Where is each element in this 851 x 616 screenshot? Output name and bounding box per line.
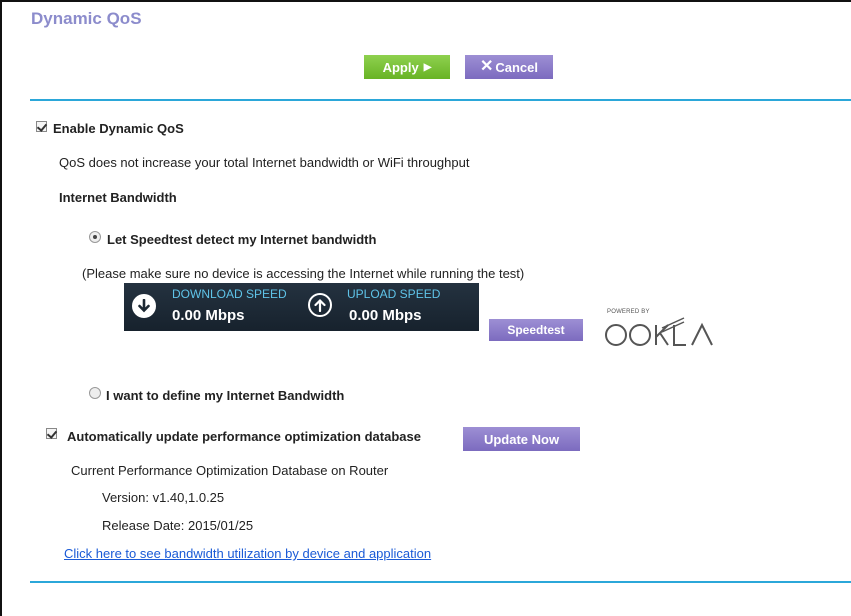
download-arrow-icon (132, 294, 156, 318)
enable-qos-checkbox[interactable] (36, 121, 47, 132)
qos-note: QoS does not increase your total Interne… (59, 155, 470, 170)
bottom-divider (30, 581, 851, 583)
cancel-button-label: Cancel (495, 59, 539, 75)
bandwidth-utilization-link[interactable]: Click here to see bandwidth utilization … (64, 546, 431, 561)
apply-button[interactable]: Apply ▶ (364, 55, 450, 79)
auto-update-label: Automatically update performance optimiz… (67, 429, 421, 444)
apply-button-label: Apply (382, 59, 419, 75)
download-speed-label: DOWNLOAD SPEED (172, 287, 287, 301)
cancel-button[interactable]: ✕ Cancel (465, 55, 553, 79)
ookla-logo (604, 316, 722, 359)
database-version: Version: v1.40,1.0.25 (102, 490, 225, 505)
current-database-label: Current Performance Optimization Databas… (71, 463, 389, 478)
manual-bandwidth-radio[interactable] (89, 387, 101, 399)
enable-qos-label: Enable Dynamic QoS (53, 121, 184, 136)
close-icon: ✕ (479, 58, 494, 75)
powered-by-text: POWERED BY (607, 309, 650, 315)
top-divider (30, 99, 851, 101)
database-release-date: Release Date: 2015/01/25 (102, 518, 254, 533)
play-triangle-icon: ▶ (423, 61, 432, 73)
speedtest-note: (Please make sure no device is accessing… (82, 266, 525, 281)
manual-bandwidth-option-label: I want to define my Internet Bandwidth (106, 388, 345, 403)
speed-results-panel: DOWNLOAD SPEED 0.00 Mbps UPLOAD SPEED 0.… (124, 283, 479, 331)
update-now-button[interactable]: Update Now (463, 427, 580, 451)
upload-arrow-icon (308, 293, 332, 317)
auto-update-checkbox[interactable] (46, 428, 57, 439)
speedtest-option-label: Let Speedtest detect my Internet bandwid… (107, 232, 377, 247)
internet-bandwidth-heading: Internet Bandwidth (59, 190, 177, 205)
download-speed-value: 0.00 Mbps (172, 307, 245, 324)
page-title: Dynamic QoS (31, 9, 142, 28)
upload-speed-label: UPLOAD SPEED (347, 287, 441, 301)
upload-speed-value: 0.00 Mbps (349, 307, 422, 324)
speedtest-button[interactable]: Speedtest (489, 319, 583, 341)
speedtest-radio[interactable] (89, 231, 101, 243)
